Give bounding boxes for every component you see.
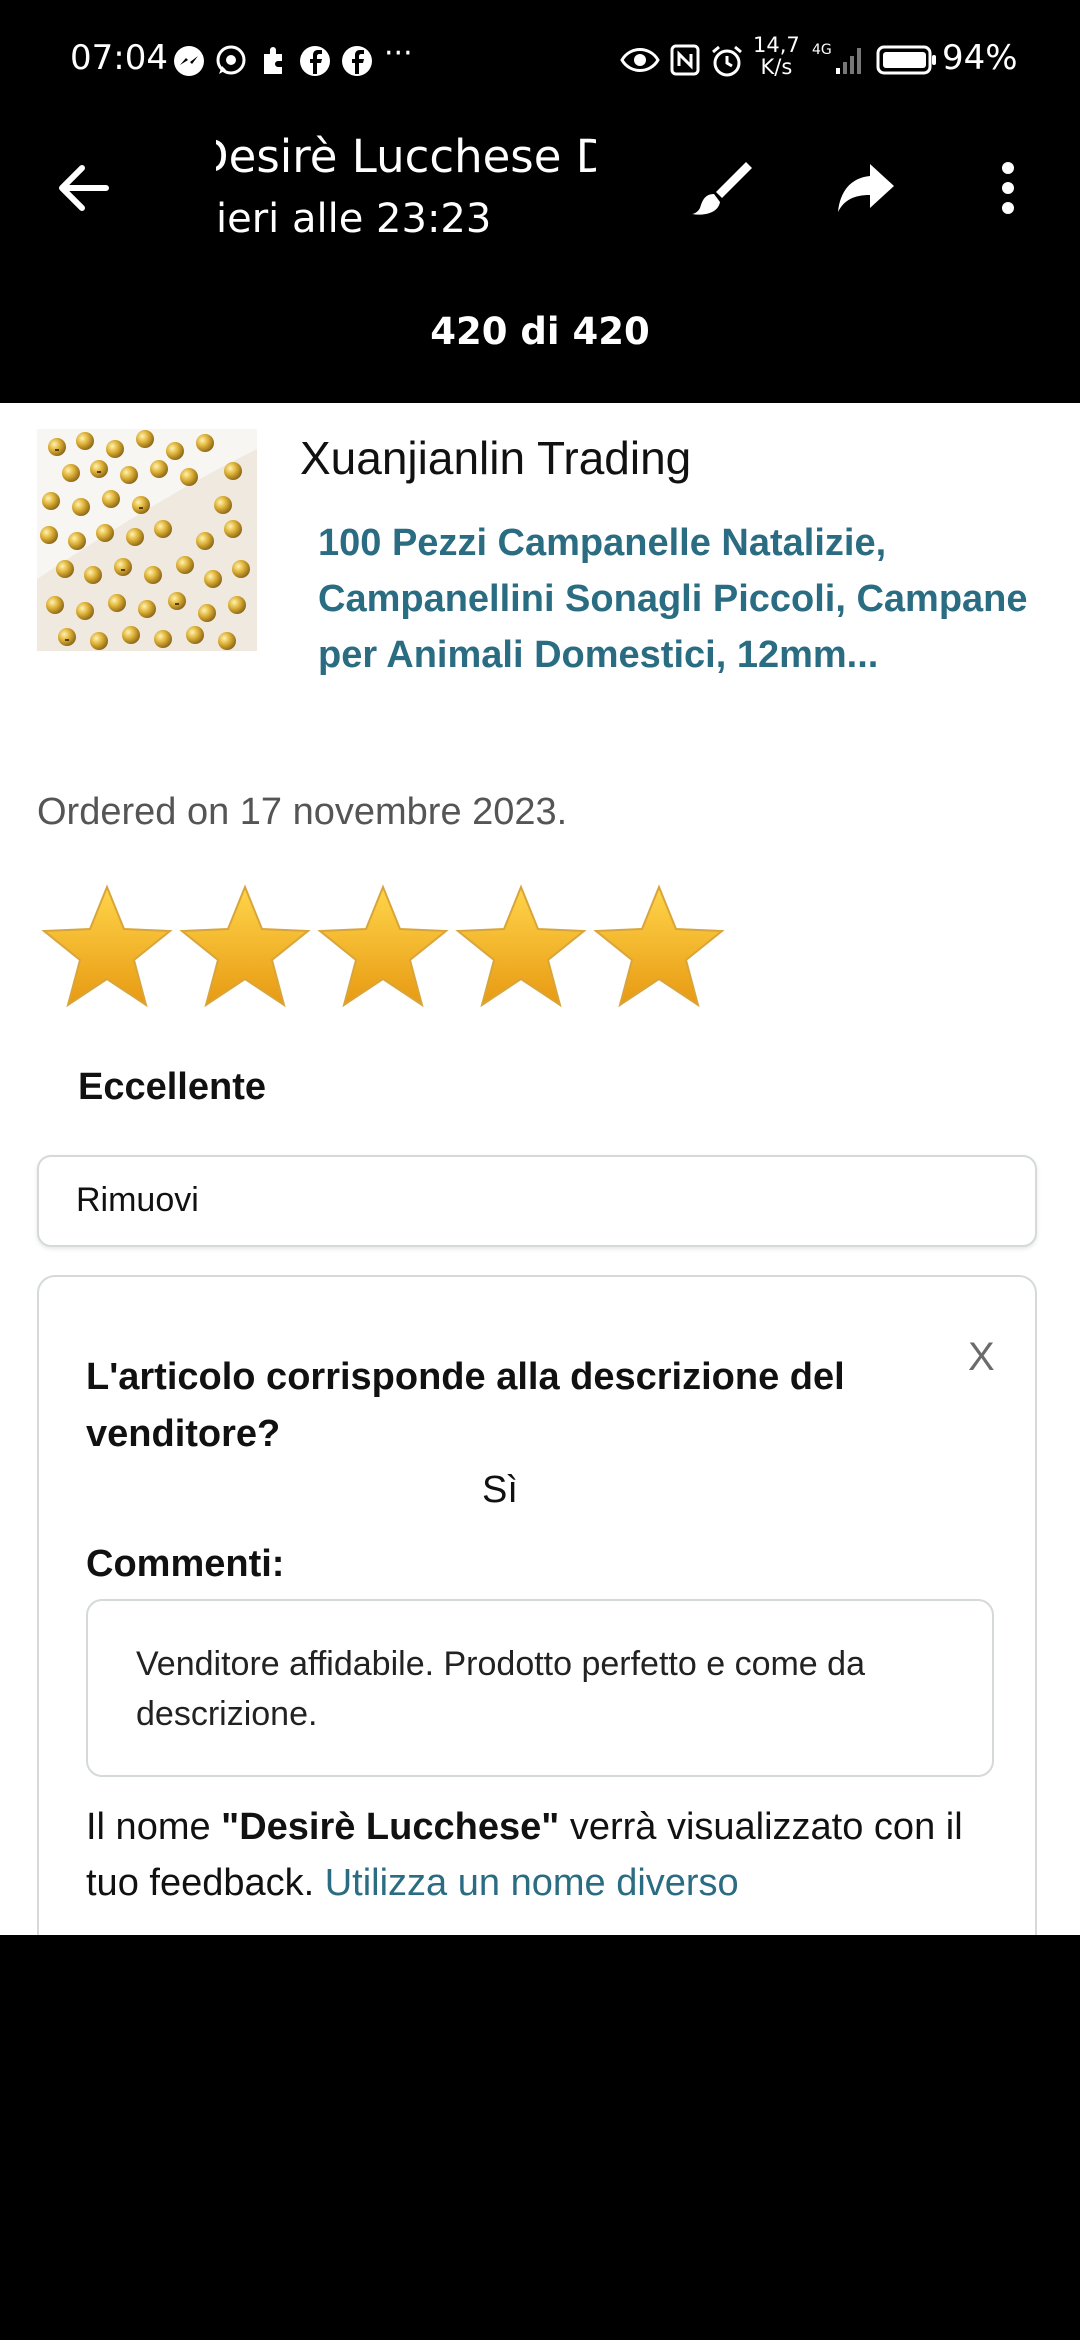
comment-text: Venditore affidabile. Prodotto perfetto … xyxy=(136,1645,865,1733)
eye-icon xyxy=(620,48,660,72)
shared-screenshot[interactable]: Xuanjianlin Trading 100 Pezzi Campanelle… xyxy=(0,403,1080,1935)
comment-field[interactable]: Venditore affidabile. Prodotto perfetto … xyxy=(86,1599,994,1777)
signal-icon xyxy=(836,48,861,74)
messenger-icon xyxy=(174,46,204,76)
battery-percent: 94% xyxy=(942,38,1018,78)
image-counter: 420 di 420 xyxy=(430,310,650,353)
back-arrow-icon[interactable] xyxy=(54,160,114,216)
question-answer: Sì xyxy=(482,1469,518,1511)
remove-button-label: Rimuovi xyxy=(76,1181,199,1219)
status-time: 07:04 xyxy=(70,38,168,78)
rating-label: Eccellente xyxy=(78,1066,266,1108)
conversation-title: Desirè Lucchese De xyxy=(216,130,596,183)
comments-label: Commenti: xyxy=(86,1543,285,1585)
nfc-icon xyxy=(670,44,700,76)
seller-name: Xuanjianlin Trading xyxy=(300,432,692,484)
star-icon-4[interactable] xyxy=(454,883,588,1013)
reviewer-name: "Desirè Lucchese" xyxy=(221,1806,560,1848)
edit-brush-icon[interactable] xyxy=(690,158,754,218)
alarm-icon xyxy=(712,45,742,77)
more-options-icon[interactable] xyxy=(998,160,1018,216)
name-display-note: Il nome "Desirè Lucchese" verrà visualiz… xyxy=(86,1799,1016,1911)
network-type: 4G xyxy=(812,42,832,58)
conversation-subtitle: ieri alle 23:23 xyxy=(216,196,492,242)
order-date: Ordered on 17 novembre 2023. xyxy=(37,791,568,833)
facebook-icon xyxy=(300,46,330,76)
more-notifications-icon: ··· xyxy=(384,36,413,71)
status-bar: 07:04 ··· 14,7 K/s 4G 94% xyxy=(0,0,1080,120)
share-forward-icon[interactable] xyxy=(834,160,898,216)
whatsapp-icon xyxy=(216,45,246,75)
remove-button[interactable]: Rimuovi xyxy=(37,1155,1037,1247)
network-speed: 14,7 K/s xyxy=(753,33,800,79)
use-different-name-link[interactable]: Utilizza un nome diverso xyxy=(325,1862,739,1904)
name-note-prefix: Il nome xyxy=(86,1806,222,1848)
puzzle-icon xyxy=(264,47,282,74)
star-icon-2[interactable] xyxy=(178,883,312,1013)
product-title-link[interactable]: 100 Pezzi Campanelle Natalizie, Campanel… xyxy=(318,515,1038,683)
star-icon-1[interactable] xyxy=(40,883,174,1013)
facebook-icon-2 xyxy=(342,46,372,76)
star-icon-5[interactable] xyxy=(592,883,726,1013)
star-icon-3[interactable] xyxy=(316,883,450,1013)
product-thumbnail[interactable] xyxy=(37,429,257,651)
battery-icon xyxy=(876,45,936,75)
seller-description-question: L'articolo corrisponde alla descrizione … xyxy=(86,1356,845,1455)
